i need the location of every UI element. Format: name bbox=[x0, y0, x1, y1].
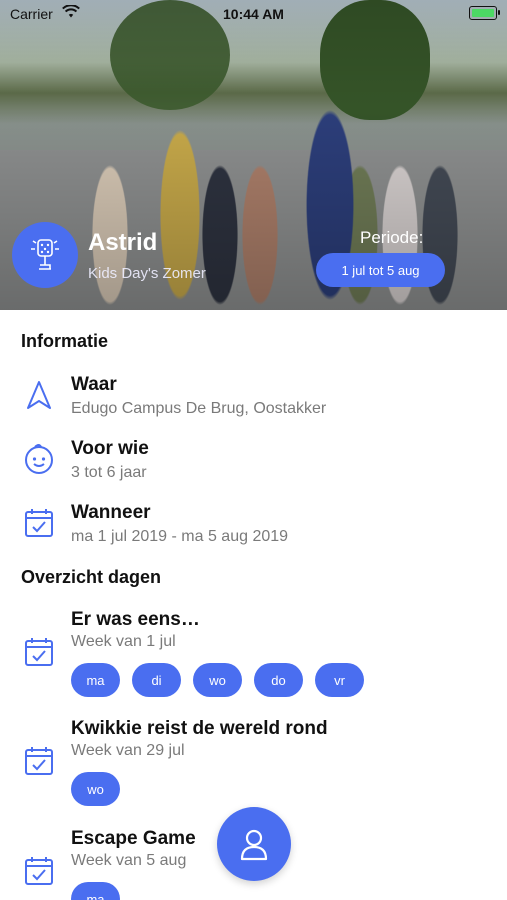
child-face-icon bbox=[25, 444, 53, 474]
periode-label: Periode: bbox=[360, 228, 424, 247]
person-icon bbox=[240, 829, 268, 861]
days-section-title: Overzicht dagen bbox=[21, 567, 162, 587]
day-pill-wo[interactable]: wo bbox=[71, 772, 120, 806]
activity-icon-badge bbox=[12, 222, 78, 288]
info-row-title: Voor wie bbox=[71, 438, 149, 459]
calendar-check-icon bbox=[25, 747, 53, 775]
week-subtitle: Week van 5 aug bbox=[71, 852, 187, 869]
clock: 10:44 AM bbox=[223, 6, 284, 22]
info-row-title: Wanneer bbox=[71, 502, 151, 523]
info-row-title: Waar bbox=[71, 374, 117, 395]
calendar-check-icon bbox=[25, 857, 53, 885]
info-section-title: Informatie bbox=[21, 331, 109, 351]
info-row-when: Wanneer ma 1 jul 2019 - ma 5 aug 2019 bbox=[0, 502, 507, 562]
battery-icon bbox=[469, 6, 500, 20]
week-subtitle: Week van 29 jul bbox=[71, 742, 185, 759]
day-pills: wo bbox=[71, 772, 120, 806]
day-pills: ma di wo do vr bbox=[71, 663, 364, 697]
calendar-check-icon bbox=[25, 638, 53, 666]
location-arrow-icon bbox=[27, 381, 51, 409]
day-pills: ma bbox=[71, 882, 120, 900]
week-title: Kwikkie reist de wereld rond bbox=[71, 718, 328, 739]
week-subtitle: Week van 1 jul bbox=[71, 633, 176, 650]
activity-subtitle: Kids Day's Zomer bbox=[88, 265, 206, 282]
info-row-where: Waar Edugo Campus De Brug, Oostakker bbox=[0, 374, 507, 434]
day-pill-ma[interactable]: ma bbox=[71, 663, 120, 697]
day-pill-vr[interactable]: vr bbox=[315, 663, 364, 697]
status-bar: Carrier 10:44 AM bbox=[0, 0, 507, 28]
info-row-value: ma 1 jul 2019 - ma 5 aug 2019 bbox=[71, 528, 289, 545]
info-row-value: 3 tot 6 jaar bbox=[71, 464, 147, 481]
microphone-icon bbox=[31, 239, 59, 270]
day-pill-di[interactable]: di bbox=[132, 663, 181, 697]
week-title: Escape Game bbox=[71, 828, 196, 849]
day-pill-ma[interactable]: ma bbox=[71, 882, 120, 900]
day-pill-do[interactable]: do bbox=[254, 663, 303, 697]
day-pill-wo[interactable]: wo bbox=[193, 663, 242, 697]
info-row-for-whom: Voor wie 3 tot 6 jaar bbox=[0, 438, 507, 498]
week-title: Er was eens… bbox=[71, 609, 200, 630]
info-row-value: Edugo Campus De Brug, Oostakker bbox=[71, 400, 327, 417]
periode-button[interactable]: 1 jul tot 5 aug bbox=[316, 253, 445, 287]
profile-fab-button[interactable] bbox=[217, 807, 291, 881]
activity-name: Astrid bbox=[88, 229, 158, 256]
calendar-check-icon bbox=[25, 509, 53, 537]
